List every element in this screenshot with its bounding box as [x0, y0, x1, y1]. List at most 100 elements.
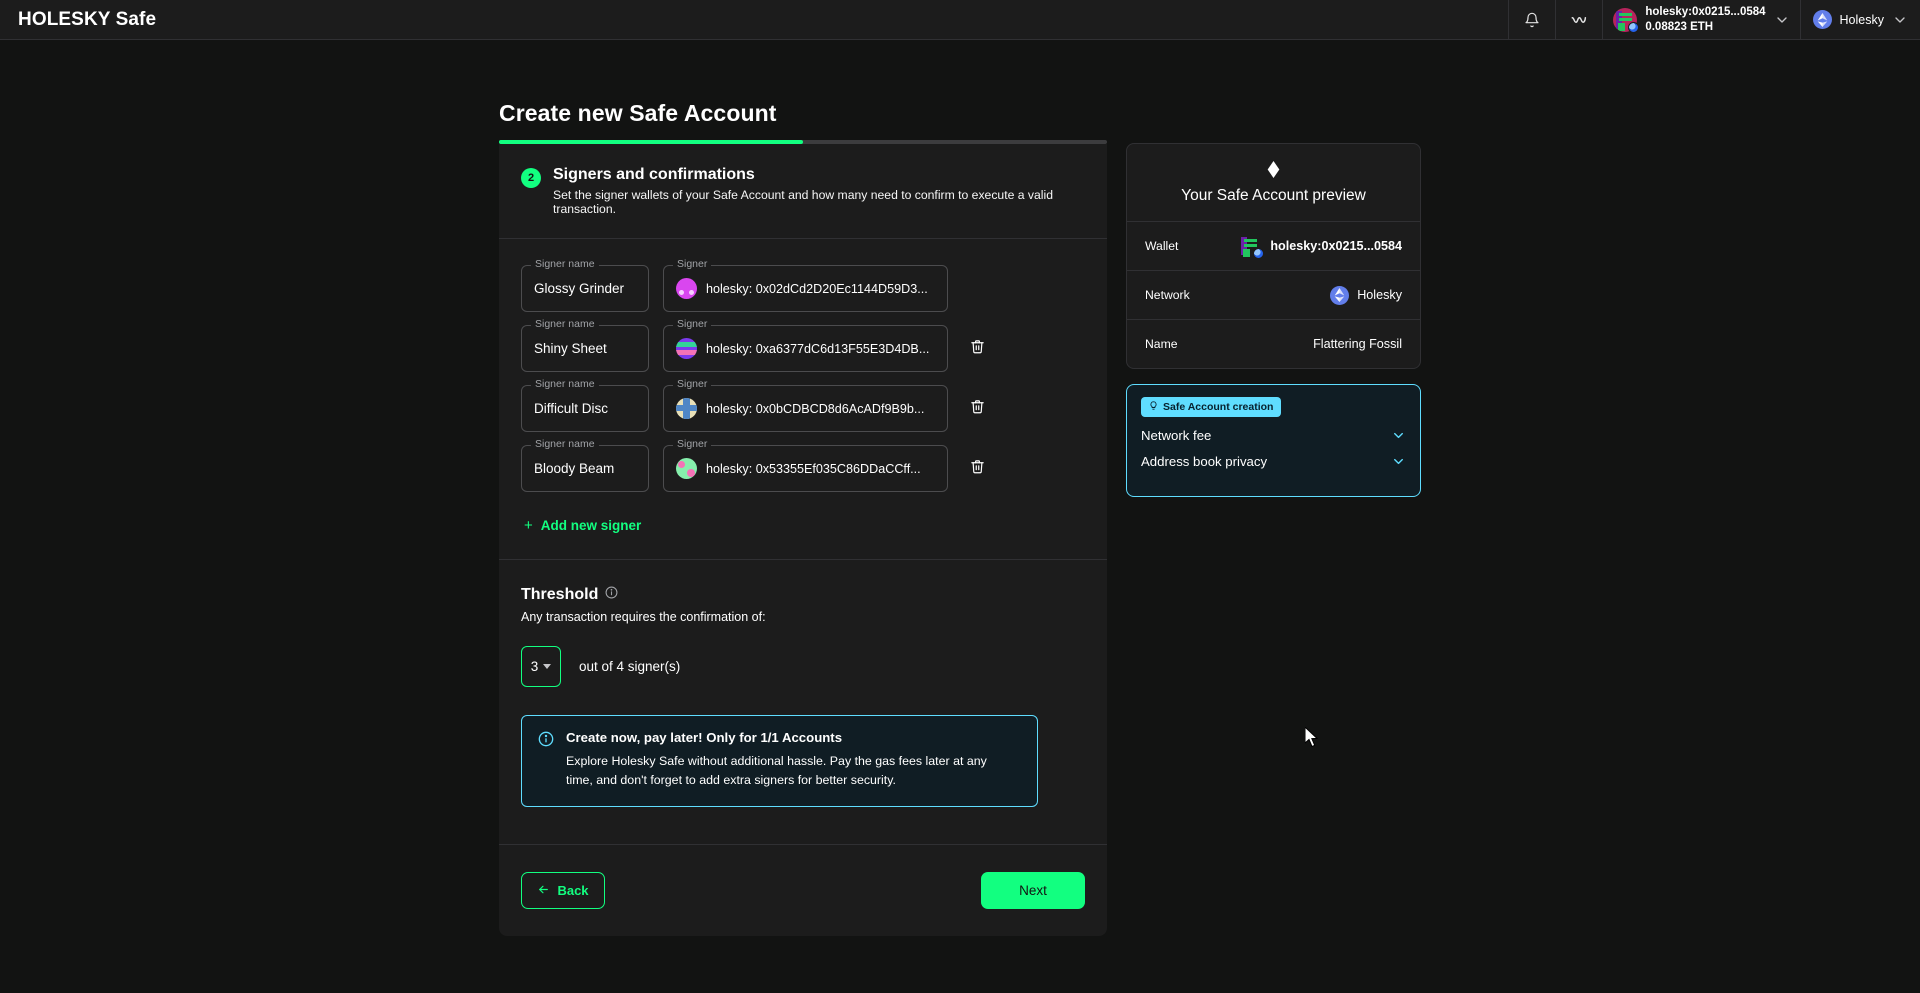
signer-identicon	[676, 278, 697, 299]
signer-address-input[interactable]: Signerholesky: 0x53355Ef035C86DDaCCff...	[663, 445, 948, 492]
preview-key: Wallet	[1145, 239, 1178, 253]
signers-list: Signer nameGlossy GrinderSignerholesky: …	[499, 239, 1107, 492]
app-header: HOLESKY Safe holesky:0x0	[0, 0, 1920, 40]
signer-identicon	[676, 458, 697, 479]
threshold-select[interactable]: 3	[521, 646, 561, 687]
page-title: Create new Safe Account	[499, 100, 777, 127]
remove-signer-button[interactable]	[966, 338, 988, 360]
signer-name-input[interactable]: Signer nameBloody Beam	[521, 445, 649, 492]
threshold-section: Threshold Any transaction requires the c…	[499, 560, 1107, 687]
arrow-left-icon	[537, 883, 550, 899]
signer-name-value: Bloody Beam	[534, 461, 614, 476]
signer-name-label: Signer name	[531, 378, 599, 390]
accordion-label: Network fee	[1141, 428, 1211, 443]
signer-row: Signer nameBloody Beam Signerholesky: 0x5…	[521, 445, 1085, 492]
connected-wallet-button[interactable]: holesky:0x0215...0584 0.08823 ETH	[1602, 0, 1799, 40]
signer-name-input[interactable]: Signer nameDifficult Disc	[521, 385, 649, 432]
chevron-down-icon	[1391, 454, 1406, 469]
create-safe-step-card: 2 Signers and confirmations Set the sign…	[499, 144, 1107, 936]
preview-value: Holesky	[1330, 286, 1402, 305]
wallet-provider-badge-icon	[1628, 22, 1639, 33]
notifications-button[interactable]	[1508, 0, 1555, 40]
step-header: 2 Signers and confirmations Set the sign…	[499, 144, 1107, 216]
trash-icon	[970, 459, 985, 479]
info-icon	[538, 731, 554, 790]
signer-name-label: Signer name	[531, 258, 599, 270]
signer-label: Signer	[673, 378, 711, 390]
app-logo-title: HOLESKY Safe	[18, 9, 156, 31]
back-button[interactable]: Back	[521, 872, 605, 909]
trash-icon	[970, 339, 985, 359]
step-number-badge: 2	[521, 168, 541, 188]
threshold-selected-value: 3	[531, 659, 539, 674]
threshold-subtitle: Any transaction requires the confirmatio…	[521, 610, 1085, 624]
signer-row: Signer nameGlossy Grinder Signerholesky: …	[521, 265, 1085, 312]
preview-header: Your Safe Account preview	[1127, 144, 1420, 221]
signer-address-input[interactable]: Signerholesky: 0xa6377dC6d13F55E3D4DB...	[663, 325, 948, 372]
signer-address-value: holesky: 0x53355Ef035C86DDaCCff...	[706, 462, 921, 476]
preview-title: Your Safe Account preview	[1127, 187, 1420, 205]
pay-later-info-alert: Create now, pay later! Only for 1/1 Acco…	[521, 715, 1038, 807]
safe-account-creation-card: Safe Account creation Network fee Addres…	[1126, 384, 1421, 497]
wave-icon	[1570, 11, 1588, 29]
info-icon[interactable]	[605, 586, 618, 604]
signer-address-value: holesky: 0x02dCd2D20Ec1144D59D3...	[706, 282, 928, 296]
wallet-balance: 0.08823 ETH	[1645, 20, 1765, 34]
signer-identicon	[676, 398, 697, 419]
signer-label: Signer	[673, 438, 711, 450]
signer-address-value: holesky: 0xa6377dC6d13F55E3D4DB...	[706, 342, 929, 356]
chip-label: Safe Account creation	[1163, 401, 1273, 413]
chevron-down-icon	[1892, 12, 1908, 28]
signer-label: Signer	[673, 318, 711, 330]
wallet-avatar	[1238, 234, 1262, 258]
add-new-signer-button[interactable]: + Add new signer	[499, 505, 1107, 533]
safe-account-creation-chip: Safe Account creation	[1141, 397, 1281, 417]
safe-account-preview-card: Your Safe Account preview Wallet holesky…	[1126, 143, 1421, 369]
lightbulb-icon	[1149, 400, 1158, 414]
next-button-label: Next	[1019, 883, 1047, 898]
signer-name-label: Signer name	[531, 318, 599, 330]
preview-key: Name	[1145, 337, 1178, 351]
wallet-avatar	[1613, 8, 1637, 32]
signer-name-value: Difficult Disc	[534, 401, 608, 416]
signer-name-input[interactable]: Signer nameShiny Sheet	[521, 325, 649, 372]
step-subtitle: Set the signer wallets of your Safe Acco…	[553, 188, 1085, 216]
signer-address-input[interactable]: Signerholesky: 0x0bCDBCD8d6AcADf9B9b...	[663, 385, 948, 432]
remove-signer-placeholder	[966, 278, 988, 300]
ethereum-icon	[1330, 286, 1349, 305]
threshold-suffix: out of 4 signer(s)	[579, 659, 680, 674]
preview-row-network: Network Holesky	[1127, 270, 1420, 319]
network-selector-button[interactable]: Holesky	[1800, 0, 1920, 40]
add-new-signer-label: Add new signer	[541, 518, 642, 533]
safe-apps-button[interactable]	[1555, 0, 1602, 40]
remove-signer-button[interactable]	[966, 458, 988, 480]
preview-key: Network	[1145, 288, 1190, 302]
preview-safe-name: Flattering Fossil	[1313, 337, 1402, 351]
signer-name-input[interactable]: Signer nameGlossy Grinder	[521, 265, 649, 312]
signer-name-value: Glossy Grinder	[534, 281, 624, 296]
step-title: Signers and confirmations	[553, 166, 1085, 184]
next-button[interactable]: Next	[981, 872, 1085, 909]
safe-diamond-icon	[1127, 161, 1420, 178]
signer-address-value: holesky: 0x0bCDBCD8d6AcADf9B9b...	[706, 402, 924, 416]
network-name: Holesky	[1840, 13, 1884, 27]
preview-value: holesky:0x0215...0584	[1238, 234, 1402, 258]
chevron-down-icon	[1391, 428, 1406, 443]
ethereum-icon	[1813, 10, 1832, 29]
remove-signer-button[interactable]	[966, 398, 988, 420]
alert-body: Explore Holesky Safe without additional …	[566, 752, 1016, 790]
accordion-label: Address book privacy	[1141, 454, 1267, 469]
signer-identicon	[676, 338, 697, 359]
signer-name-value: Shiny Sheet	[534, 341, 607, 356]
accordion-network-fee[interactable]: Network fee	[1141, 428, 1406, 443]
preview-wallet-address: holesky:0x0215...0584	[1270, 239, 1402, 253]
bell-icon	[1524, 12, 1540, 28]
accordion-address-book-privacy[interactable]: Address book privacy	[1141, 454, 1406, 469]
wallet-address: holesky:0x0215...0584	[1645, 5, 1765, 19]
trash-icon	[970, 399, 985, 419]
mouse-cursor	[1305, 727, 1321, 754]
wizard-footer: Back Next	[499, 844, 1107, 936]
signer-address-input[interactable]: Signerholesky: 0x02dCd2D20Ec1144D59D3...	[663, 265, 948, 312]
plus-icon: +	[524, 518, 533, 533]
wallet-provider-badge-icon	[1253, 248, 1264, 259]
